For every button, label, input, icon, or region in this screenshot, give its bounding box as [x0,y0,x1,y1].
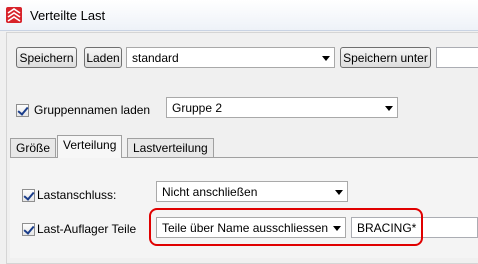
tab-groesse[interactable]: Größe [10,138,57,158]
tab-lastverteilung[interactable]: Lastverteilung [127,138,214,158]
load-support-checkbox[interactable] [22,223,35,236]
group-names-checkbox[interactable] [16,104,29,117]
load-connection-select[interactable]: Nicht anschließen [156,181,348,202]
preset-select-value: standard [132,51,179,65]
load-button[interactable]: Laden [84,47,122,68]
save-as-button[interactable]: Speichern unter [340,47,431,68]
group-names-label: Gruppennamen laden [34,103,151,117]
chevron-down-icon [322,56,330,61]
window-title: Verteilte Last [30,8,106,23]
load-support-label: Last-Auflager Teile [37,222,137,236]
group-select-value: Gruppe 2 [172,101,223,115]
chevron-down-icon [335,190,343,195]
save-button[interactable]: Speichern [16,47,77,68]
load-connection-select-value: Nicht anschließen [162,185,258,199]
load-connection-label: Lastanschluss: [37,188,117,202]
highlight-box [149,208,423,246]
preset-select[interactable]: standard [126,47,335,68]
tab-verteilung[interactable]: Verteilung [57,135,123,158]
load-connection-checkbox[interactable] [22,189,35,202]
title-bar: Verteilte Last [0,0,478,31]
group-select[interactable]: Gruppe 2 [166,97,398,118]
save-as-name-field[interactable] [436,47,478,68]
chevron-down-icon [385,106,393,111]
app-icon [6,7,22,23]
